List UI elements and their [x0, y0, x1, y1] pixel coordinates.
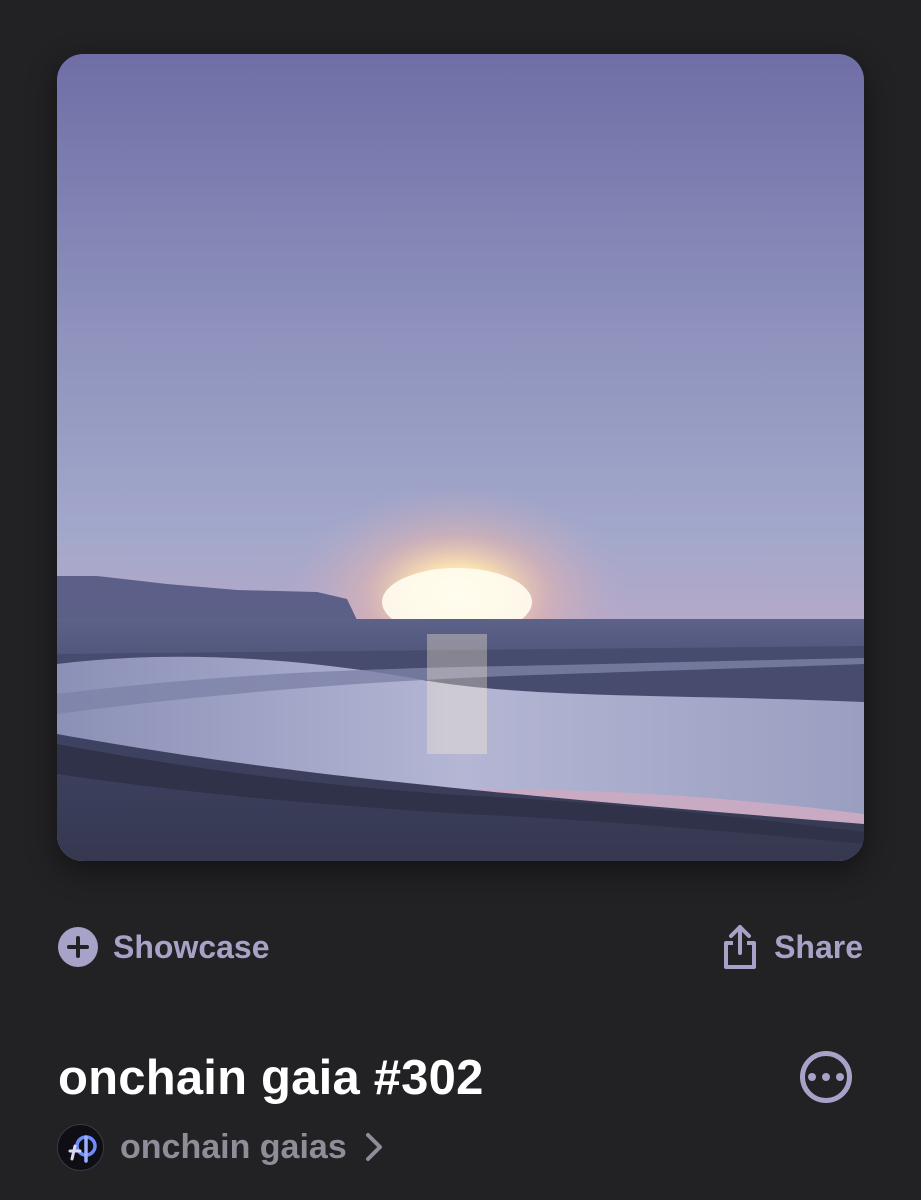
collection-link[interactable]: onchain gaias — [57, 1122, 385, 1172]
share-label: Share — [774, 928, 863, 965]
showcase-label: Showcase — [113, 928, 270, 965]
share-button[interactable]: Share — [720, 922, 863, 972]
more-options-button[interactable] — [800, 1051, 852, 1103]
chevron-right-icon — [365, 1133, 382, 1161]
ellipsis-circle-icon — [808, 1073, 816, 1081]
showcase-button[interactable]: Showcase — [58, 922, 270, 972]
sunset-beach-artwork — [57, 54, 864, 861]
collection-avatar — [57, 1123, 104, 1171]
share-icon — [724, 925, 757, 969]
collection-name: onchain gaias — [120, 1127, 347, 1166]
nft-title: onchain gaia #302 — [58, 1051, 484, 1105]
plus-circle-icon — [58, 927, 98, 967]
nft-detail-screen: Showcase Share onchain gaia #302 onchain… — [0, 0, 921, 1200]
collection-logo-icon — [68, 1134, 97, 1163]
nft-artwork-image[interactable] — [57, 54, 864, 861]
